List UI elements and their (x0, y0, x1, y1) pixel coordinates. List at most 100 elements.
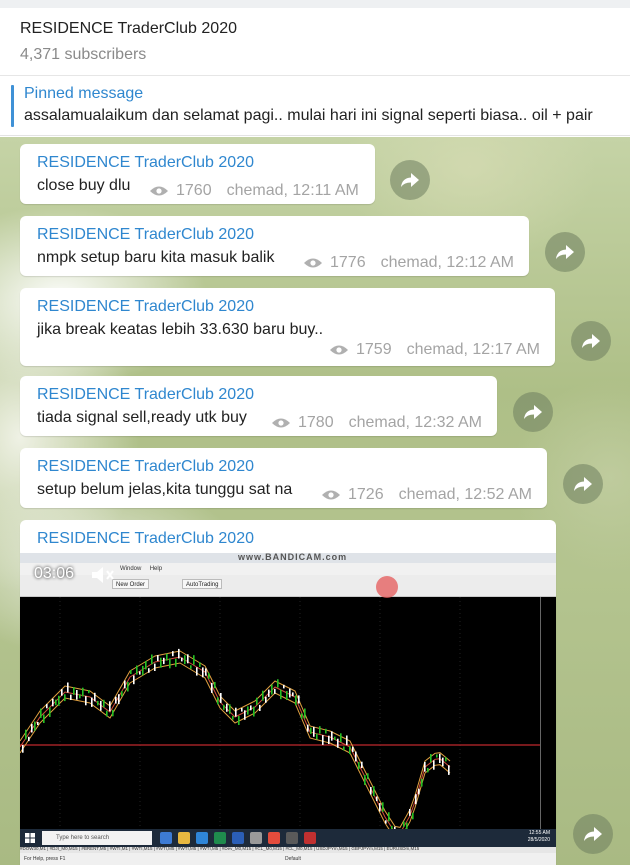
eye-icon (304, 258, 322, 268)
share-icon (584, 827, 602, 841)
message-bubble[interactable]: RESIDENCE TraderClub 2020 close buy dlu … (20, 144, 375, 204)
message-text: close buy dlu (37, 177, 131, 194)
view-count: 1759 (356, 341, 392, 358)
pinned-accent-bar (11, 85, 14, 127)
candle (190, 665, 192, 669)
moving-average-line (20, 650, 451, 828)
share-button[interactable] (571, 321, 611, 361)
message-text: tiada signal sell,ready utk buy (37, 409, 247, 426)
candle (178, 648, 180, 659)
candle (220, 693, 222, 703)
candle (370, 787, 372, 795)
candle (448, 765, 450, 775)
candle (229, 704, 231, 714)
message-sender[interactable]: RESIDENCE TraderClub 2020 (37, 154, 254, 172)
candle (238, 716, 240, 725)
message-text: nmpk setup baru kita masuk balik (37, 249, 275, 266)
candle (415, 794, 417, 805)
autotrading-button: AutoTrading (182, 579, 223, 589)
candle (154, 663, 156, 671)
candle (109, 701, 111, 712)
message-text: setup belum jelas,kita tunggu sat na (37, 481, 293, 498)
candle (160, 657, 162, 668)
candle (328, 735, 330, 744)
candle (223, 704, 225, 710)
message-sender[interactable]: RESIDENCE TraderClub 2020 (37, 530, 254, 548)
share-button[interactable] (573, 814, 613, 854)
message-time: chemad, 12:52 AM (398, 486, 533, 503)
candle (145, 661, 147, 670)
candle (322, 735, 324, 745)
candle (64, 694, 66, 702)
candle (337, 738, 339, 748)
candle (49, 707, 51, 717)
channel-title[interactable]: RESIDENCE TraderClub 2020 (20, 20, 237, 38)
candle (343, 746, 345, 751)
candle (247, 706, 249, 715)
candle (358, 762, 360, 770)
price-scale (540, 597, 556, 845)
view-count: 1780 (298, 414, 334, 431)
candle (121, 691, 123, 697)
taskbar-search: Type here to search (42, 831, 152, 845)
app-icon (250, 832, 262, 844)
candle (166, 653, 168, 661)
candle (325, 728, 327, 734)
message-bubble[interactable]: RESIDENCE TraderClub 2020 nmpk setup bar… (20, 216, 529, 276)
taskbar-date: 28/5/2020 (527, 837, 550, 843)
pinned-message[interactable]: Pinned message assalamualaikum dan selam… (0, 77, 630, 136)
candle (61, 689, 63, 696)
candle (439, 753, 441, 763)
message-bubble[interactable]: RESIDENCE TraderClub 2020 jika break kea… (20, 288, 555, 366)
message-bubble[interactable]: RESIDENCE TraderClub 2020 setup belum je… (20, 448, 547, 508)
candle (256, 697, 258, 705)
candle (157, 655, 159, 661)
channel-header[interactable]: RESIDENCE TraderClub 2020 4,371 subscrib… (0, 8, 630, 76)
candle (211, 682, 213, 693)
message-sender[interactable]: RESIDENCE TraderClub 2020 (37, 458, 254, 476)
taskbar-time: 12:55 AM (528, 830, 550, 836)
candle (118, 694, 120, 705)
message-sender[interactable]: RESIDENCE TraderClub 2020 (37, 298, 254, 316)
app-icon (268, 832, 280, 844)
candle (214, 682, 216, 689)
video-window-titlebar: www.BANDICAM.com (20, 553, 556, 563)
candle (355, 751, 357, 762)
candle (88, 690, 90, 694)
candle (100, 700, 102, 711)
message-sender[interactable]: RESIDENCE TraderClub 2020 (37, 386, 254, 404)
message-bubble[interactable]: RESIDENCE TraderClub 2020 tiada signal s… (20, 376, 497, 436)
share-button[interactable] (513, 392, 553, 432)
candle (307, 724, 309, 732)
volume-icon[interactable] (90, 565, 116, 585)
chat-area[interactable]: RESIDENCE TraderClub 2020 close buy dlu … (0, 137, 630, 865)
candle (292, 692, 294, 697)
app-icon (304, 832, 316, 844)
candle (367, 773, 369, 780)
menu-help: Help (149, 566, 163, 572)
candle (289, 688, 291, 698)
message-sender[interactable]: RESIDENCE TraderClub 2020 (37, 226, 254, 244)
message-meta: 1780 chemad, 12:32 AM (271, 414, 482, 432)
candle (244, 710, 246, 720)
candle (418, 788, 420, 795)
candle (43, 714, 45, 723)
candle (352, 746, 354, 752)
candle (184, 655, 186, 665)
share-button[interactable] (390, 160, 430, 200)
candle (169, 658, 171, 669)
video-player[interactable]: www.BANDICAM.com Window Help New Order A… (20, 553, 556, 865)
candle (349, 746, 351, 755)
candle (187, 654, 189, 664)
eye-icon (272, 418, 290, 428)
candle (91, 697, 93, 707)
candle (217, 697, 219, 705)
share-button[interactable] (563, 464, 603, 504)
share-button[interactable] (545, 232, 585, 272)
eye-icon (330, 345, 348, 355)
candle (136, 665, 138, 675)
app-icon (286, 832, 298, 844)
candle (52, 698, 54, 707)
menu-window: Window (120, 566, 142, 572)
new-order-button: New Order (112, 579, 150, 589)
